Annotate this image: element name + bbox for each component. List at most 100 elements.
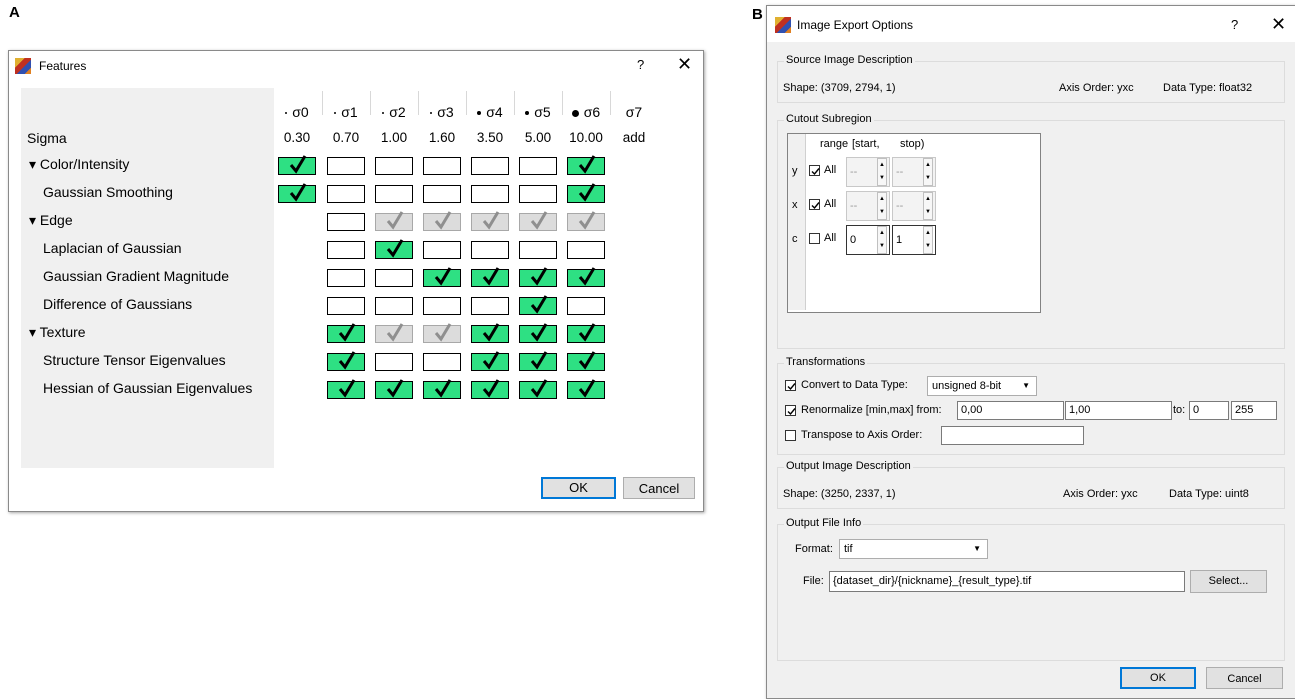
feature-checkbox[interactable]: [423, 185, 461, 203]
sigma-header-0[interactable]: σ0: [274, 104, 320, 120]
file-path-input[interactable]: {dataset_dir}/{nickname}_{result_type}.t…: [829, 571, 1185, 592]
feature-checkbox[interactable]: [519, 295, 557, 315]
help-button[interactable]: ?: [1231, 17, 1238, 32]
feature-checkbox[interactable]: [471, 379, 509, 399]
feature-checkbox[interactable]: [423, 323, 461, 343]
cancel-button[interactable]: Cancel: [1206, 667, 1283, 689]
cancel-button[interactable]: Cancel: [623, 477, 695, 499]
feature-checkbox[interactable]: [375, 379, 413, 399]
sigma-header-6[interactable]: σ6: [563, 104, 609, 120]
stop-spinbox[interactable]: 1 ▲ ▼: [892, 225, 936, 255]
feature-checkbox[interactable]: [471, 351, 509, 371]
feature-checkbox[interactable]: [423, 353, 461, 371]
feature-checkbox[interactable]: [519, 157, 557, 175]
to-max-input[interactable]: 255: [1231, 401, 1277, 420]
feature-checkbox[interactable]: [567, 297, 605, 315]
feature-checkbox[interactable]: [327, 269, 365, 287]
spin-arrows-icon[interactable]: ▲ ▼: [877, 158, 887, 186]
feature-checkbox[interactable]: [375, 353, 413, 371]
sigma-header-4[interactable]: σ4: [467, 104, 513, 120]
feature-checkbox[interactable]: [471, 241, 509, 259]
feature-checkbox[interactable]: [375, 157, 413, 175]
spin-arrows-icon[interactable]: ▲ ▼: [923, 158, 933, 186]
close-icon[interactable]: ✕: [1271, 14, 1286, 35]
feature-checkbox[interactable]: [375, 185, 413, 203]
feature-checkbox[interactable]: [375, 269, 413, 287]
feature-checkbox[interactable]: [327, 323, 365, 343]
feature-checkbox[interactable]: [567, 323, 605, 343]
feature-checkbox[interactable]: [519, 185, 557, 203]
feature-checkbox[interactable]: [327, 241, 365, 259]
sigma-header-3[interactable]: σ3: [419, 104, 465, 120]
feature-checkbox[interactable]: [423, 297, 461, 315]
feature-checkbox[interactable]: [519, 379, 557, 399]
from-min-input[interactable]: 0,00: [957, 401, 1064, 420]
feature-checkbox[interactable]: [567, 183, 605, 203]
feature-checkbox[interactable]: [423, 241, 461, 259]
feature-checkbox[interactable]: [519, 351, 557, 371]
feature-checkbox[interactable]: [519, 241, 557, 259]
spin-arrows-icon[interactable]: ▲ ▼: [877, 226, 887, 254]
renormalize-checkbox[interactable]: [785, 405, 796, 416]
feature-label[interactable]: Gaussian Smoothing: [43, 184, 173, 200]
feature-checkbox[interactable]: [327, 297, 365, 315]
spin-arrows-icon[interactable]: ▲ ▼: [877, 192, 887, 220]
feature-label[interactable]: Hessian of Gaussian Eigenvalues: [43, 380, 252, 396]
sigma-header-5[interactable]: σ5: [515, 104, 561, 120]
sigma-header-7[interactable]: σ7: [611, 104, 657, 120]
feature-checkbox[interactable]: [567, 211, 605, 231]
feature-label[interactable]: Laplacian of Gaussian: [43, 240, 182, 256]
feature-checkbox[interactable]: [471, 211, 509, 231]
all-checkbox[interactable]: [809, 233, 820, 244]
feature-group-label[interactable]: ▾ Color/Intensity: [29, 156, 129, 173]
convert-checkbox[interactable]: [785, 380, 796, 391]
feature-label[interactable]: Difference of Gaussians: [43, 296, 192, 312]
all-checkbox[interactable]: [809, 199, 820, 210]
transpose-checkbox[interactable]: [785, 430, 796, 441]
feature-checkbox[interactable]: [567, 241, 605, 259]
feature-checkbox[interactable]: [519, 211, 557, 231]
feature-group-label[interactable]: ▾ Texture: [29, 324, 86, 341]
feature-group-label[interactable]: ▾ Edge: [29, 212, 73, 229]
feature-checkbox[interactable]: [327, 185, 365, 203]
all-checkbox[interactable]: [809, 165, 820, 176]
feature-checkbox[interactable]: [471, 157, 509, 175]
feature-checkbox[interactable]: [471, 267, 509, 287]
feature-checkbox[interactable]: [471, 185, 509, 203]
format-select[interactable]: tif ▼: [839, 539, 988, 559]
stop-spinbox[interactable]: -- ▲ ▼: [892, 157, 936, 187]
feature-checkbox[interactable]: [423, 267, 461, 287]
feature-checkbox[interactable]: [567, 379, 605, 399]
select-button[interactable]: Select...: [1190, 570, 1267, 593]
feature-checkbox[interactable]: [278, 183, 316, 203]
feature-checkbox[interactable]: [519, 267, 557, 287]
feature-checkbox[interactable]: [423, 211, 461, 231]
feature-checkbox[interactable]: [327, 157, 365, 175]
stop-spinbox[interactable]: -- ▲ ▼: [892, 191, 936, 221]
feature-checkbox[interactable]: [375, 239, 413, 259]
start-spinbox[interactable]: -- ▲ ▼: [846, 191, 890, 221]
feature-checkbox[interactable]: [423, 379, 461, 399]
feature-checkbox[interactable]: [327, 379, 365, 399]
feature-label[interactable]: Structure Tensor Eigenvalues: [43, 352, 226, 368]
feature-checkbox[interactable]: [519, 323, 557, 343]
start-spinbox[interactable]: 0 ▲ ▼: [846, 225, 890, 255]
from-max-input[interactable]: 1,00: [1065, 401, 1172, 420]
sigma-header-1[interactable]: σ1: [323, 104, 369, 120]
feature-checkbox[interactable]: [375, 211, 413, 231]
to-min-input[interactable]: 0: [1189, 401, 1229, 420]
ok-button[interactable]: OK: [1120, 667, 1196, 689]
feature-checkbox[interactable]: [471, 323, 509, 343]
feature-checkbox[interactable]: [471, 297, 509, 315]
add-sigma-button[interactable]: add: [611, 130, 657, 145]
sigma-header-2[interactable]: σ2: [371, 104, 417, 120]
feature-checkbox[interactable]: [327, 351, 365, 371]
feature-checkbox[interactable]: [375, 297, 413, 315]
dtype-select[interactable]: unsigned 8-bit ▼: [927, 376, 1037, 396]
feature-checkbox[interactable]: [327, 213, 365, 231]
feature-label[interactable]: Gaussian Gradient Magnitude: [43, 268, 229, 284]
spin-arrows-icon[interactable]: ▲ ▼: [923, 226, 933, 254]
ok-button[interactable]: OK: [541, 477, 616, 499]
feature-checkbox[interactable]: [423, 157, 461, 175]
feature-checkbox[interactable]: [567, 351, 605, 371]
